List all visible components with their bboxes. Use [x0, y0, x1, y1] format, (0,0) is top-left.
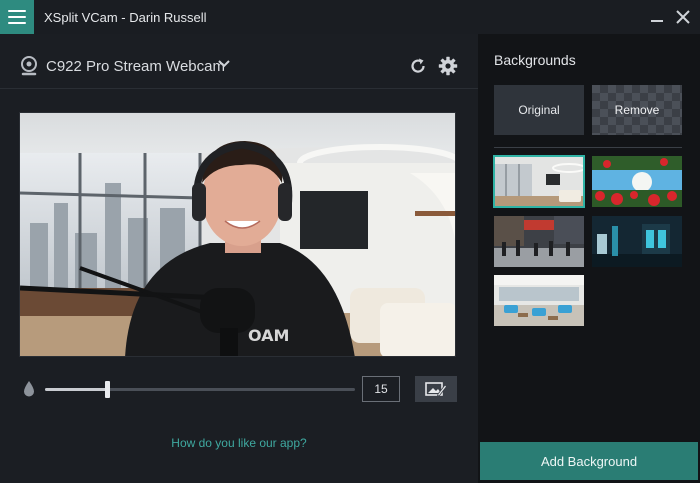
camera-select[interactable]: C922 Pro Stream Webcam	[46, 58, 225, 75]
title-bar: XSplit VCam - Darin Russell	[0, 0, 700, 34]
window-title: XSplit VCam - Darin Russell	[44, 10, 207, 25]
blur-value-field[interactable]: 15	[362, 376, 400, 402]
minimize-button[interactable]	[646, 6, 668, 28]
feedback-link[interactable]: How do you like our app?	[0, 436, 478, 450]
camera-selector-bar: C922 Pro Stream Webcam	[0, 34, 478, 89]
droplet-icon	[24, 381, 34, 397]
edit-background-button[interactable]	[415, 376, 457, 402]
background-thumbnail-office[interactable]	[592, 216, 682, 267]
background-thumbnail-city-street[interactable]	[494, 216, 584, 267]
hamburger-menu-icon	[8, 10, 26, 12]
backgrounds-panel: Backgrounds Original Remove Add Backgrou…	[478, 34, 700, 483]
divider	[494, 147, 682, 148]
blur-slider-fill	[45, 388, 107, 391]
preview-image: OAM	[20, 113, 455, 356]
background-thumbnail-flowers[interactable]	[592, 156, 682, 207]
webcam-icon	[21, 56, 37, 76]
refresh-icon[interactable]	[409, 57, 427, 75]
hamburger-menu-button[interactable]	[0, 0, 34, 34]
remove-background-option[interactable]: Remove	[592, 85, 682, 135]
preview-panel: C922 Pro Stream Webcam OAM 15 How do you…	[0, 34, 478, 483]
original-background-option[interactable]: Original	[494, 85, 584, 135]
close-icon	[676, 10, 690, 24]
blur-slider-track[interactable]	[45, 388, 355, 391]
background-thumbnail-lobby[interactable]	[494, 275, 584, 326]
blur-control: 15	[0, 372, 478, 406]
blur-slider-thumb[interactable]	[105, 381, 110, 398]
svg-text:OAM: OAM	[248, 326, 289, 345]
gear-icon[interactable]	[438, 56, 458, 76]
image-edit-icon	[425, 382, 447, 397]
minimize-icon	[651, 20, 663, 22]
background-thumbnail-living-room[interactable]	[493, 155, 585, 208]
close-button[interactable]	[672, 6, 694, 28]
add-background-button[interactable]: Add Background	[480, 442, 698, 480]
webcam-preview: OAM	[19, 112, 456, 357]
backgrounds-heading: Backgrounds	[494, 52, 576, 68]
chevron-down-icon[interactable]	[217, 57, 231, 71]
